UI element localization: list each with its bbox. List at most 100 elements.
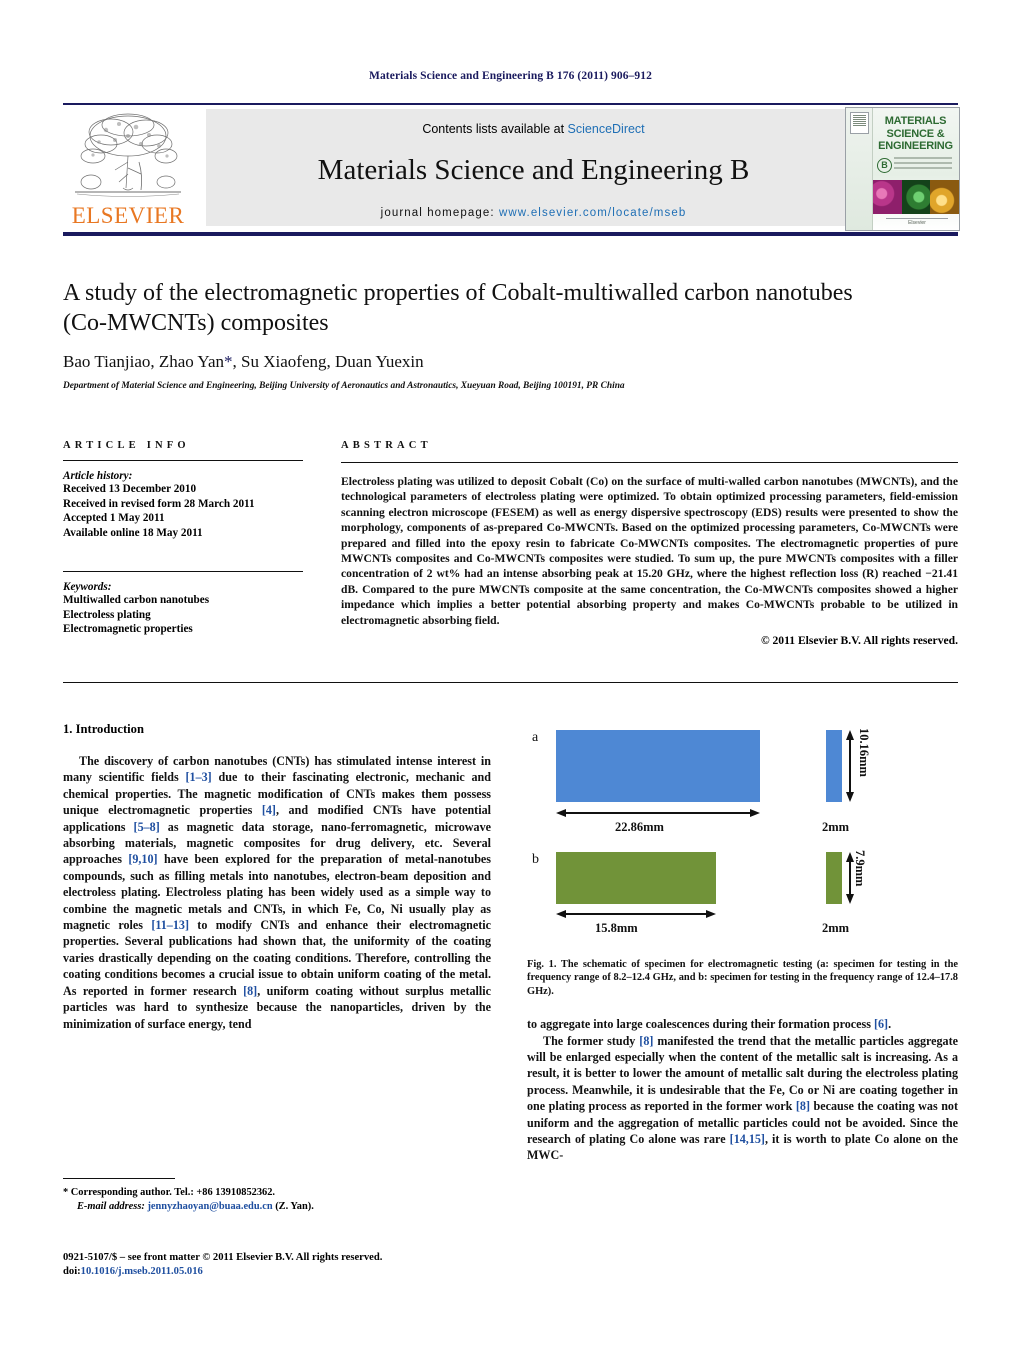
figure-b-thickness-dim: 2mm — [822, 921, 850, 935]
figure-panel-a-edge — [826, 730, 842, 802]
body-left-column: 1. Introduction The discovery of carbon … — [63, 722, 491, 1032]
masthead-top-rule — [63, 103, 958, 105]
paper-page: Materials Science and Engineering B 176 … — [0, 0, 1021, 1351]
article-history-label: Article history: — [63, 470, 133, 482]
figure-1-caption: Fig. 1. The schematic of specimen for el… — [527, 958, 958, 998]
abstract-rule — [341, 462, 958, 463]
figure-panel-b-face — [556, 852, 716, 904]
figure-a-width-arrow-icon — [556, 809, 760, 817]
citation-8-right-2[interactable]: [8] — [796, 1099, 810, 1113]
author-names-rest: , Su Xiaofeng, Duan Yuexin — [232, 352, 424, 371]
citation-8-left[interactable]: [8] — [243, 984, 257, 998]
body-right-column: a 22.86mm 10.16mm 2mm b 15.8mm 7.9mm 2mm… — [527, 722, 958, 1164]
masthead-bottom-rule — [63, 232, 958, 236]
cover-title-line1: MATERIALS — [884, 115, 947, 127]
cover-subtitle-lines — [894, 157, 952, 171]
cover-footer: Elsevier — [886, 218, 948, 227]
history-revised: Received in revised form 28 March 2011 — [63, 497, 255, 510]
cover-micrograph-pink — [873, 180, 902, 214]
imprint-block: 0921-5107/$ – see front matter © 2011 El… — [63, 1251, 523, 1279]
running-head: Materials Science and Engineering B 176 … — [369, 70, 652, 82]
journal-homepage-line: journal homepage: www.elsevier.com/locat… — [206, 207, 861, 219]
elsevier-tree-icon — [75, 113, 181, 197]
citation-11-13[interactable]: [11–13] — [151, 918, 189, 932]
right-paragraph-2: The former study [8] manifested the tren… — [527, 1033, 958, 1164]
right2-text-a: The former study — [543, 1033, 640, 1048]
figure-panel-b-label: b — [532, 852, 539, 867]
email-label: E-mail address: — [77, 1200, 145, 1212]
figure-panel-a-label: a — [532, 730, 539, 745]
history-accepted: Accepted 1 May 2011 — [63, 512, 165, 524]
keywords-rule — [63, 571, 303, 572]
doi-link[interactable]: 10.1016/j.mseb.2011.05.016 — [81, 1266, 203, 1277]
article-info-rule — [63, 460, 303, 461]
figure-a-height-arrow-icon — [846, 730, 854, 802]
article-info-heading: ARTICLE INFO — [63, 440, 190, 451]
citation-6[interactable]: [6] — [874, 1017, 888, 1031]
email-link[interactable]: jennyzhaoyan@buaa.edu.cn — [147, 1201, 272, 1212]
masthead-center-panel: Contents lists available at ScienceDirec… — [206, 109, 861, 226]
figure-1-caption-text: The schematic of specimen for electromag… — [527, 959, 959, 997]
sciencedirect-link[interactable]: ScienceDirect — [568, 122, 645, 136]
figure-1-caption-label: Fig. 1. — [527, 959, 557, 970]
cover-title-line2: SCIENCE & — [886, 127, 945, 140]
citation-1-3[interactable]: [1–3] — [186, 770, 212, 784]
footnote-block: * Corresponding author. Tel.: +86 139108… — [63, 1186, 491, 1213]
right-text-b: . — [888, 1017, 892, 1032]
cover-title-line3: ENGINEERING — [878, 140, 953, 152]
contents-prefix: Contents lists available at — [422, 122, 565, 136]
figure-b-width-arrow-icon — [556, 910, 716, 918]
intro-paragraph-1: The discovery of carbon nanotubes (CNTs)… — [63, 753, 491, 1032]
abstract-bottom-rule — [63, 682, 958, 683]
issn-copyright-line: 0921-5107/$ – see front matter © 2011 El… — [63, 1252, 383, 1263]
history-online: Available online 18 May 2011 — [63, 526, 203, 539]
right-paragraph-continued: to aggregate into large coalescences dur… — [527, 1016, 958, 1032]
doi-label: doi: — [63, 1266, 81, 1277]
citation-9-10[interactable]: [9,10] — [128, 852, 157, 866]
keyword-3: Electromagnetic properties — [63, 623, 193, 635]
title-block: A study of the electromagnetic propertie… — [63, 278, 958, 391]
keywords-label: Keywords: — [63, 581, 112, 593]
author-list: Bao Tianjiao, Zhao Yan*, Su Xiaofeng, Du… — [63, 352, 958, 372]
abstract-copyright: © 2011 Elsevier B.V. All rights reserved… — [760, 634, 958, 648]
citation-4[interactable]: [4] — [262, 803, 276, 817]
homepage-url-link[interactable]: www.elsevier.com/locate/mseb — [499, 207, 686, 219]
journal-title: Materials Science and Engineering B — [317, 154, 750, 186]
corresponding-author-marker: * — [224, 352, 233, 371]
figure-panel-a-face — [556, 730, 760, 802]
author-names-primary: Bao Tianjiao, Zhao Yan — [63, 352, 225, 371]
figure-a-thickness-dim: 2mm — [822, 820, 850, 834]
history-received: Received 13 December 2010 — [63, 483, 197, 495]
section-heading-introduction: 1. Introduction — [63, 722, 144, 736]
cover-micrograph-strip — [873, 180, 959, 214]
email-note: E-mail address: jennyzhaoyan@buaa.edu.cn… — [63, 1200, 491, 1214]
keyword-1: Multiwalled carbon nanotubes — [63, 594, 210, 606]
abstract-text: Electroless plating was utilized to depo… — [341, 475, 958, 627]
article-info-column: ARTICLE INFO Article history: Received 1… — [63, 440, 303, 637]
cover-title: MATERIALS SCIENCE & ENGINEERING — [873, 115, 958, 153]
right-text-a: to aggregate into large coalescences dur… — [527, 1017, 874, 1032]
cover-elsevier-mark-icon — [850, 112, 869, 134]
email-suffix: (Z. Yan). — [272, 1200, 314, 1212]
cover-series-b-badge: B — [877, 158, 892, 173]
affiliation: Department of Material Science and Engin… — [63, 381, 625, 391]
homepage-label: journal homepage: — [380, 207, 495, 219]
elsevier-logo: ELSEVIER — [63, 107, 193, 228]
elsevier-wordmark: ELSEVIER — [71, 203, 185, 228]
figure-b-width-dim: 15.8mm — [595, 921, 638, 935]
citation-5-8[interactable]: [5–8] — [134, 820, 160, 834]
page-title: A study of the electromagnetic propertie… — [63, 280, 853, 336]
journal-cover-thumbnail: MATERIALS SCIENCE & ENGINEERING B Elsevi… — [845, 107, 960, 231]
citation-8-right[interactable]: [8] — [639, 1034, 653, 1048]
abstract-column: ABSTRACT Electroless plating was utilize… — [341, 440, 958, 647]
figure-b-height-dim: 7.9mm — [853, 850, 867, 887]
doi-line: doi:10.1016/j.mseb.2011.05.016 — [63, 1265, 523, 1279]
keyword-2: Electroless plating — [63, 608, 151, 621]
figure-1: a 22.86mm 10.16mm 2mm b 15.8mm 7.9mm 2mm — [527, 722, 958, 952]
contents-available-line: Contents lists available at ScienceDirec… — [206, 122, 861, 136]
citation-14-15[interactable]: [14,15] — [730, 1132, 765, 1146]
corresponding-author-note: * Corresponding author. Tel.: +86 139108… — [63, 1187, 276, 1198]
footnote-rule — [63, 1178, 175, 1179]
figure-panel-b-edge — [826, 852, 842, 904]
